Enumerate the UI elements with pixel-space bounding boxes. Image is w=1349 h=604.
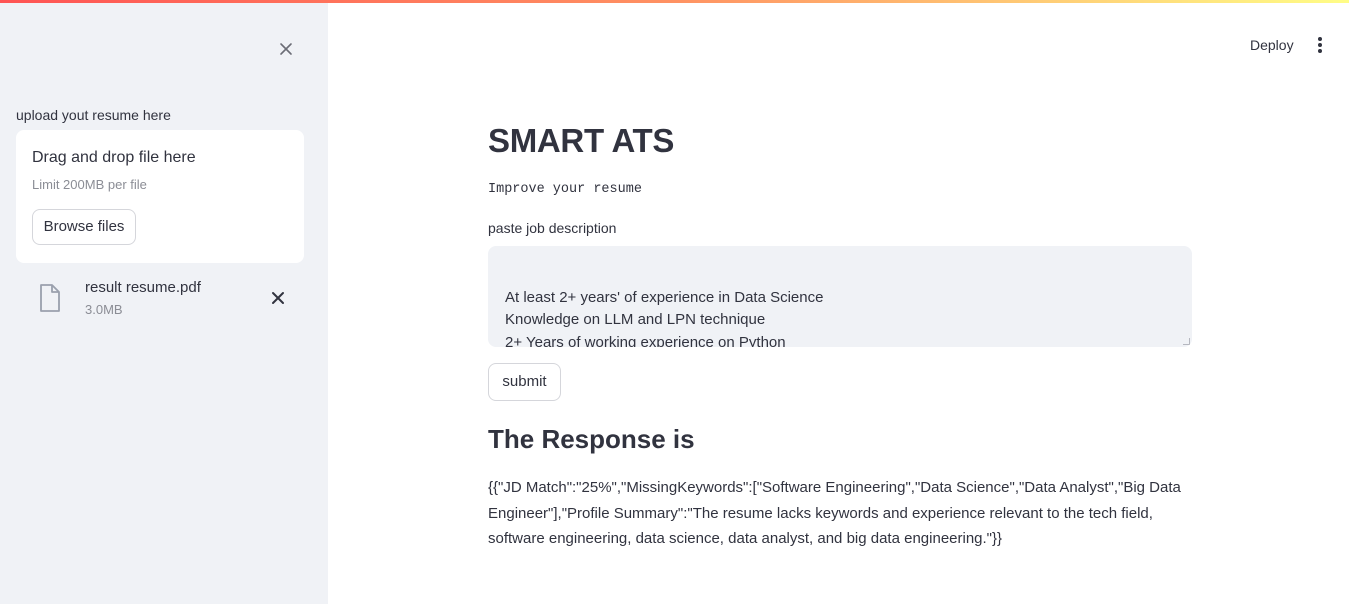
sidebar: upload yout resume here Drag and drop fi… xyxy=(0,3,328,604)
upload-label: upload yout resume here xyxy=(16,107,171,123)
job-description-textarea[interactable]: At least 2+ years' of experience in Data… xyxy=(488,246,1192,347)
response-heading: The Response is xyxy=(488,424,695,454)
file-dropzone[interactable]: Drag and drop file here Limit 200MB per … xyxy=(16,130,304,263)
file-name: result resume.pdf xyxy=(85,279,201,296)
more-vertical-icon[interactable] xyxy=(1309,32,1331,58)
file-size: 3.0MB xyxy=(85,302,123,317)
response-text: {{"JD Match":"25%","MissingKeywords":["S… xyxy=(488,479,1181,547)
job-description-label: paste job description xyxy=(488,220,617,236)
uploaded-file-item: result resume.pdf 3.0MB xyxy=(16,273,304,325)
close-icon[interactable] xyxy=(274,37,298,61)
submit-button[interactable]: submit xyxy=(488,363,561,401)
file-icon xyxy=(38,283,62,313)
page-subtitle: Improve your resume xyxy=(488,182,642,197)
page-title: SMART ATS xyxy=(488,122,675,159)
resize-handle[interactable] xyxy=(1183,338,1190,345)
browse-files-button[interactable]: Browse files xyxy=(32,209,136,245)
dropzone-limit: Limit 200MB per file xyxy=(32,177,147,192)
dropzone-title: Drag and drop file here xyxy=(32,149,196,166)
job-description-value: At least 2+ years' of experience in Data… xyxy=(505,288,824,348)
remove-file-icon[interactable] xyxy=(268,288,288,308)
deploy-button[interactable]: Deploy xyxy=(1240,34,1304,56)
